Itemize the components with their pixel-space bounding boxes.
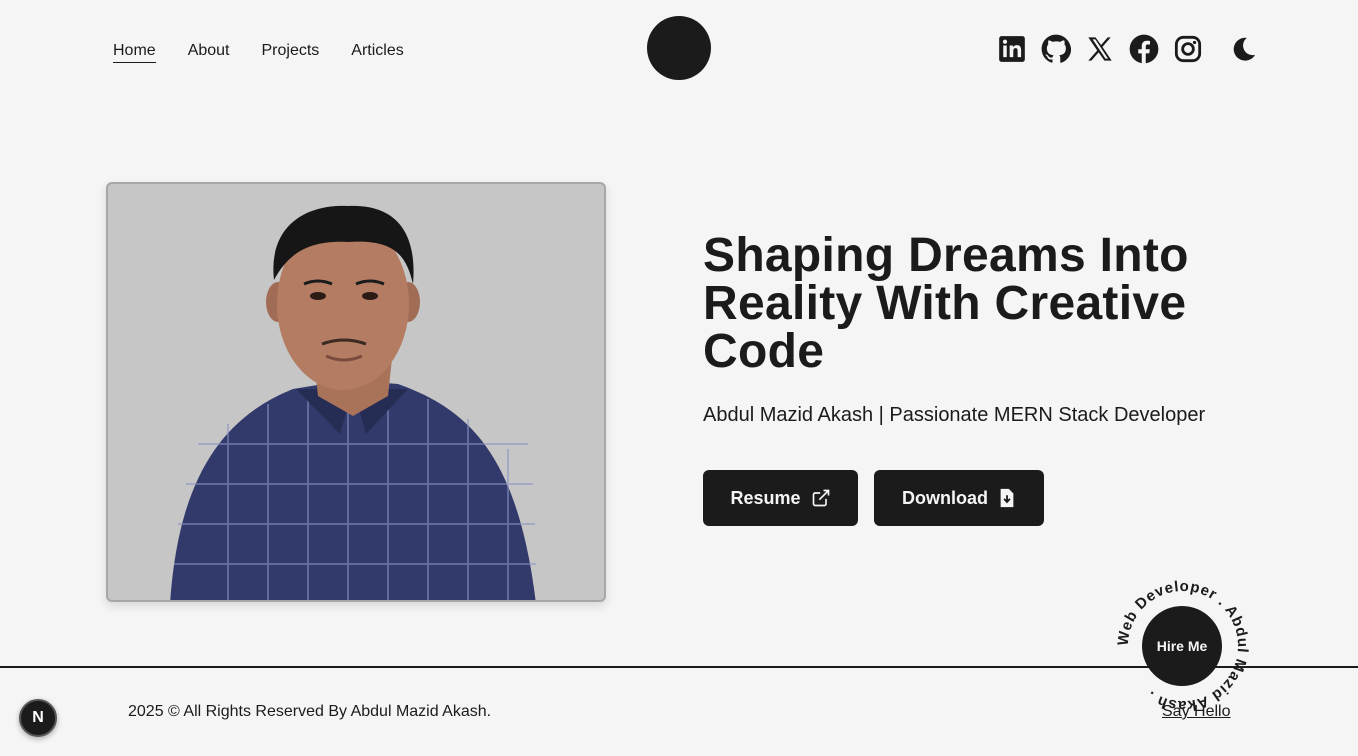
file-download-icon: [1000, 488, 1014, 508]
nav-articles[interactable]: Articles: [351, 40, 403, 63]
nav-home[interactable]: Home: [113, 40, 156, 63]
download-button[interactable]: Download: [874, 470, 1044, 526]
site-logo[interactable]: [647, 16, 711, 80]
download-button-label: Download: [902, 487, 988, 508]
main-nav: Home About Projects Articles: [113, 40, 404, 63]
nav-about[interactable]: About: [188, 40, 230, 63]
instagram-icon[interactable]: [1172, 33, 1204, 65]
nav-projects[interactable]: Projects: [262, 40, 320, 63]
linkedin-icon[interactable]: [996, 33, 1028, 65]
external-link-icon: [812, 489, 829, 507]
profile-photo: [106, 182, 606, 602]
copyright-text: 2025 © All Rights Reserved By Abdul Mazi…: [128, 703, 492, 720]
hero-title: Shaping Dreams Into Reality With Creativ…: [703, 229, 1189, 378]
hero-subtitle: Abdul Mazid Akash | Passionate MERN Stac…: [703, 404, 1206, 426]
github-icon[interactable]: [1040, 33, 1072, 65]
resume-button[interactable]: Resume: [703, 470, 858, 526]
hire-me-button[interactable]: Hire Me: [1142, 606, 1222, 686]
facebook-icon[interactable]: [1128, 33, 1160, 65]
moon-icon[interactable]: [1228, 33, 1260, 65]
resume-button-label: Resume: [730, 487, 801, 508]
next-dev-badge[interactable]: N: [19, 699, 57, 737]
x-icon[interactable]: [1084, 33, 1116, 65]
social-links: [996, 33, 1260, 65]
hire-me-widget: Web Developer . Abdul Mazid Akash . Hire…: [1115, 578, 1251, 714]
